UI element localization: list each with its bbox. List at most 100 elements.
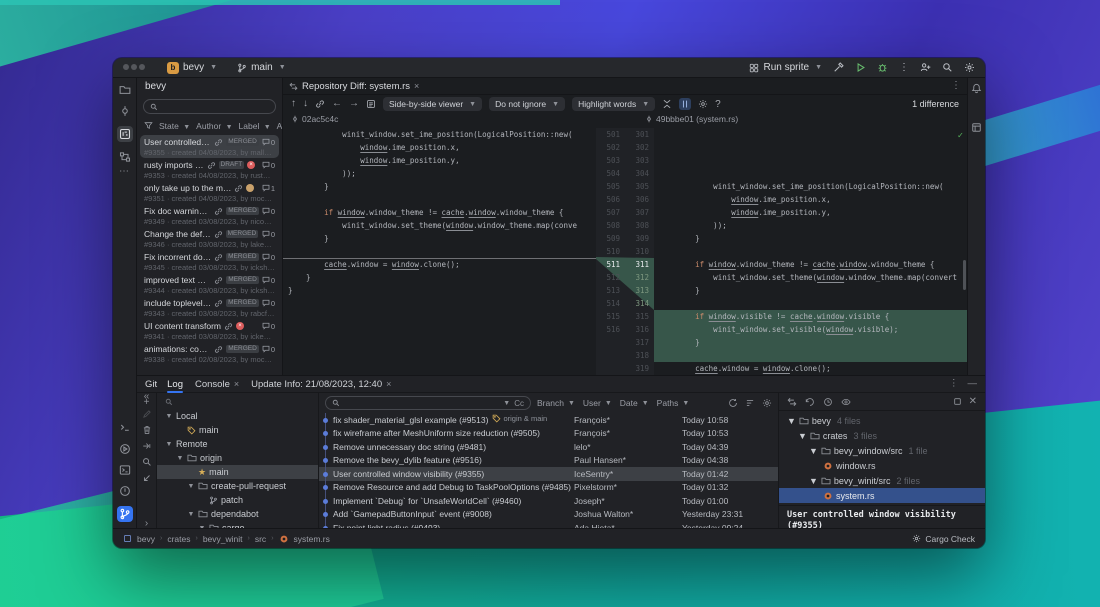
diff-right-pane[interactable]: ✓ winit_window.set_ime_position(LogicalP… <box>654 128 967 375</box>
file-row[interactable]: window.rs <box>779 458 985 473</box>
find-icon[interactable] <box>142 457 152 467</box>
filter-assignee[interactable]: A <box>277 121 282 131</box>
delete-trash-icon[interactable] <box>142 425 152 435</box>
branch-row[interactable]: ▼ origin <box>157 451 318 465</box>
chevron-icon[interactable]: ▼ <box>165 413 173 420</box>
viewer-mode-select[interactable]: Side-by-side viewer ▼ <box>383 97 483 111</box>
pr-list-item[interactable]: UI content transform × 0 #9341 · created 03… <box>140 319 279 342</box>
project-widget[interactable]: b bevy ▼ <box>167 61 217 74</box>
branch-row[interactable]: main <box>157 423 318 437</box>
highlight-mode-select[interactable]: Highlight words ▼ <box>572 97 656 111</box>
chevron-icon[interactable]: ▼ <box>165 441 173 448</box>
chevron-icon[interactable]: ▼ <box>798 431 807 441</box>
history-clock-icon[interactable] <box>823 397 833 407</box>
sync-scroll-toggle-icon[interactable] <box>679 98 692 110</box>
close-icon[interactable]: × <box>234 379 239 389</box>
whitespace-select[interactable]: Do not ignore ▼ <box>489 97 566 111</box>
build-hammer-icon[interactable] <box>833 62 844 73</box>
tab-repository-diff[interactable]: Repository Diff: system.rs × <box>289 81 419 92</box>
breadcrumb-item[interactable]: bevy <box>137 534 155 544</box>
commit-row[interactable]: Fix point light radius (#9493) Ada Hieta*… <box>319 521 778 528</box>
branch-row[interactable]: ▼ Local <box>157 409 318 423</box>
cargo-check-label[interactable]: Cargo Check <box>925 534 975 544</box>
branch-row[interactable]: patch <box>157 493 318 507</box>
chevron-icon[interactable]: ▼ <box>809 446 818 456</box>
search-history-chevron[interactable]: ▼ <box>503 400 510 407</box>
commit-row[interactable]: Remove Resource and add Debug to TaskPoo… <box>319 480 778 495</box>
commit-row[interactable]: User controlled window visibility (#9355… <box>319 467 778 481</box>
settings-gear-icon[interactable] <box>964 62 975 73</box>
chevron-icon[interactable]: ▼ <box>176 455 184 462</box>
chevron-icon[interactable]: ▼ <box>187 483 195 490</box>
breadcrumb-item[interactable]: system.rs <box>294 534 330 544</box>
file-row[interactable]: system.rs <box>779 488 985 503</box>
chevron-icon[interactable]: ▼ <box>198 525 206 529</box>
branch-search[interactable] <box>157 395 318 409</box>
breadcrumb-item[interactable]: crates <box>167 534 190 544</box>
pr-list-item[interactable]: User controlled … MERGED 0 #9355 · created … <box>140 135 279 158</box>
file-row[interactable]: ▼ crates 3 files <box>779 428 985 443</box>
branch-row[interactable]: ▼ dependabot <box>157 507 318 521</box>
pr-list-item[interactable]: Fix doc warning… MERGED 0 #9349 · created 0… <box>140 204 279 227</box>
rollback-icon[interactable] <box>805 397 815 407</box>
services-tool-icon[interactable] <box>119 443 131 455</box>
pr-list-item[interactable]: Fix incorrent do… MERGED 0 #9345 · created … <box>140 250 279 273</box>
commit-row[interactable]: Implement `Debug` for `UnsafeWorldCell` … <box>319 494 778 508</box>
file-row[interactable]: ▼ bevy 4 files <box>779 413 985 428</box>
commit-filter-paths[interactable]: Paths ▼ <box>657 398 690 408</box>
branch-widget[interactable]: main ▼ <box>237 62 286 73</box>
refresh-icon[interactable] <box>728 398 738 408</box>
run-configuration[interactable]: Run sprite ▼ <box>749 62 822 73</box>
cherry-pick-icon[interactable] <box>142 441 152 451</box>
collapse-unchanged-icon[interactable] <box>662 99 672 109</box>
pull-requests-tool-icon[interactable] <box>116 126 133 142</box>
run-tool-icon[interactable] <box>119 464 131 476</box>
close-icon[interactable]: × <box>386 379 391 389</box>
pr-list-item[interactable]: rusty imports … DRAFT × 0 #9353 · created 04… <box>140 158 279 181</box>
help-icon[interactable]: ? <box>715 99 721 110</box>
commit-filter-user[interactable]: User ▼ <box>583 398 612 408</box>
commit-row[interactable]: Remove unnecessary doc string (#9481) lel… <box>319 440 778 454</box>
intellisort-icon[interactable] <box>745 398 755 408</box>
edit-icon[interactable] <box>142 409 152 419</box>
filter-author[interactable]: Author ▼ <box>196 121 232 131</box>
commit-row[interactable]: Remove the bevy_dylib feature (#9516) Pau… <box>319 453 778 468</box>
debug-button[interactable] <box>877 62 888 73</box>
git-tab-console[interactable]: Console × <box>195 376 239 393</box>
changed-files-list-icon[interactable] <box>366 99 376 109</box>
diff-left-pane[interactable]: winit_window.set_ime_position(LogicalPos… <box>283 128 596 375</box>
preview-eye-icon[interactable] <box>841 397 851 407</box>
project-tool-icon[interactable] <box>119 84 131 96</box>
filter-state[interactable]: State ▼ <box>159 121 190 131</box>
close-icon[interactable]: × <box>414 81 419 91</box>
chevron-icon[interactable]: ▼ <box>787 416 796 426</box>
build-tool-icon[interactable] <box>971 122 982 133</box>
diff-settings-gear-icon[interactable] <box>698 99 708 109</box>
navigate-icon[interactable] <box>142 473 152 483</box>
terminal-tool-icon[interactable] <box>119 422 131 434</box>
file-row[interactable]: ▼ bevy_window/src 1 file <box>779 443 985 458</box>
pr-list-item[interactable]: include toplevel… MERGED 0 #9343 · created … <box>140 296 279 319</box>
vertical-scrollbar[interactable] <box>963 260 966 290</box>
log-settings-gear-icon[interactable] <box>762 398 772 408</box>
problems-tool-icon[interactable] <box>119 485 131 497</box>
git-tool-icon[interactable] <box>116 506 133 522</box>
structure-tool-icon[interactable] <box>119 151 131 163</box>
branch-row[interactable]: ▼ Remote <box>157 437 318 451</box>
commit-tool-icon[interactable] <box>119 105 131 117</box>
pr-list-item[interactable]: only take up to the m… 1 #9351 · created 0… <box>140 181 279 204</box>
code-with-me-icon[interactable] <box>920 62 931 73</box>
breadcrumb-item[interactable]: bevy_winit <box>203 534 243 544</box>
git-tab-update-info[interactable]: Update Info: 21/08/2023, 12:40 × <box>251 376 391 393</box>
branch-row[interactable]: ▼ create-pull-request <box>157 479 318 493</box>
chevron-icon[interactable]: ▼ <box>809 476 818 486</box>
show-diff-icon[interactable] <box>787 397 797 407</box>
collapse-all-icon[interactable]: ✕ <box>969 396 977 406</box>
commit-row[interactable]: fix shader_material_glsl example (#9513)… <box>319 413 778 427</box>
commit-row[interactable]: fix wireframe after MeshUniform size red… <box>319 426 778 441</box>
search-everywhere-icon[interactable] <box>942 62 953 73</box>
pr-search-input[interactable] <box>143 99 276 114</box>
pr-list-item[interactable]: animations: con… MERGED 0 #9338 · created 0… <box>140 342 279 365</box>
branch-row[interactable]: ▼ cargo <box>157 521 318 528</box>
window-controls[interactable] <box>123 62 147 73</box>
